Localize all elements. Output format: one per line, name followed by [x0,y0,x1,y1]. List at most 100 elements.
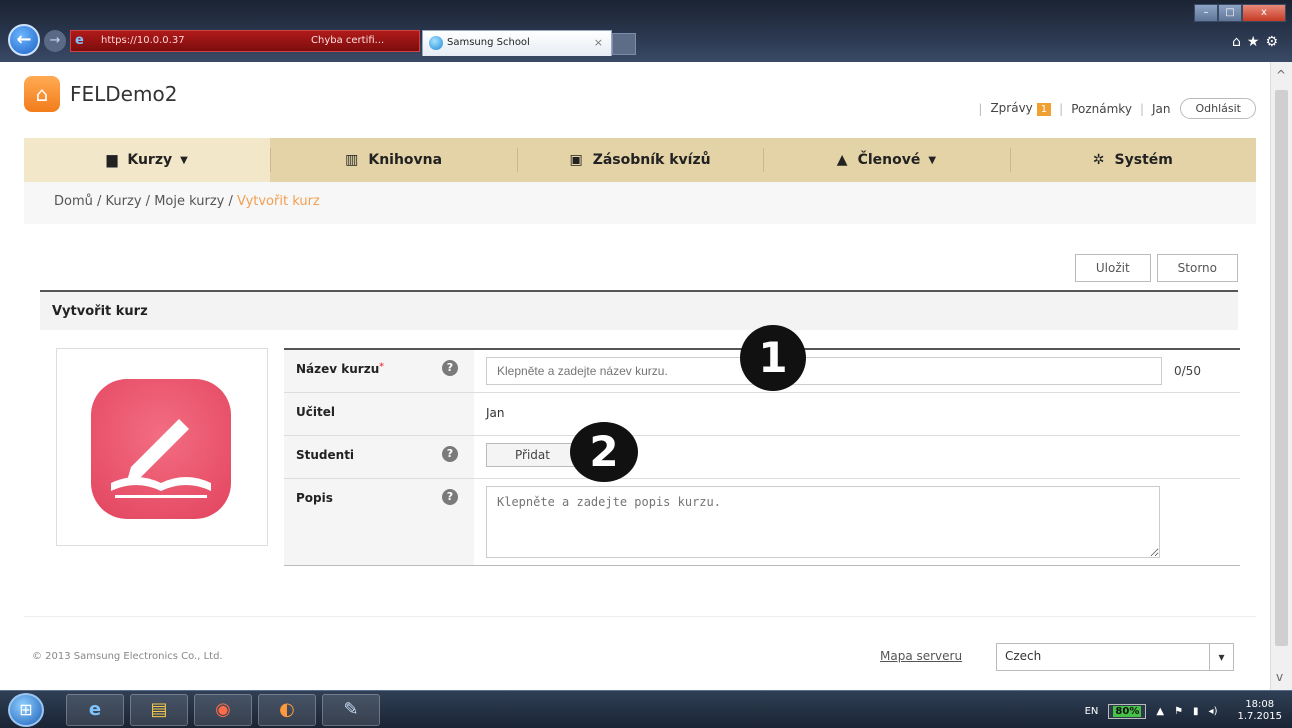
add-students-button[interactable]: Přidat [486,443,579,467]
scroll-thumb[interactable] [1275,90,1288,646]
volume-icon[interactable]: ◂) [1209,706,1218,717]
language-select[interactable]: Czech ▾ [996,643,1234,671]
network-icon[interactable]: ▮ [1193,706,1199,717]
taskbar-chrome-icon[interactable]: ◉ [194,694,252,726]
chevron-down-icon: ▼ [180,154,188,166]
menu-item-members[interactable]: ▲ Členové ▼ [763,138,1009,182]
logout-button[interactable]: Odhlásit [1180,98,1256,119]
teacher-label: Učitel [284,393,474,435]
teacher-value: Jan [486,406,505,420]
cancel-button[interactable]: Storno [1156,254,1238,282]
user-name: Jan [1151,101,1171,116]
description-label-text: Popis [296,491,333,505]
library-icon: ▥ [345,152,359,168]
messages-link[interactable]: Zprávy 1 [990,101,1052,116]
scroll-up-icon[interactable]: ^ [1276,68,1286,82]
tray-expand-icon[interactable]: ▲ [1156,706,1164,717]
browser-back-button[interactable]: ← [8,24,40,56]
breadcrumb-my-courses[interactable]: Moje kurzy [154,194,224,209]
breadcrumb-current: Vytvořit kurz [237,194,320,209]
home-icon[interactable]: ⌂ [1232,34,1247,50]
menu-item-library[interactable]: ▥ Knihovna [270,138,516,182]
menu-item-system[interactable]: ✲ Systém [1009,138,1256,182]
menu-item-label: Knihovna [368,152,443,168]
maximize-button[interactable]: □ [1218,4,1242,22]
breadcrumb-home[interactable]: Domů [54,194,93,209]
students-label: Studenti ? [284,436,474,478]
chevron-down-icon: ▼ [928,154,937,166]
window-controls: – □ x [1194,4,1286,22]
callout-marker-2: 2 [570,422,638,482]
teacher-label-text: Učitel [296,405,335,419]
flag-icon[interactable]: ⚑ [1174,706,1183,717]
menu-item-label: Systém [1114,152,1173,168]
copyright-text: © 2013 Samsung Electronics Co., Ltd. [32,651,223,662]
menu-item-label: Členové [857,152,921,168]
tab-title: Samsung School [447,37,530,48]
new-tab-button[interactable] [612,33,636,55]
course-image-box[interactable] [56,348,268,546]
description-label: Popis ? [284,479,474,565]
browser-tools: ⌂★⚙ [1232,34,1284,50]
course-name-label: Název kurzu* ? [284,350,474,392]
page-scrollbar[interactable]: ^ v [1270,62,1292,690]
course-name-input[interactable] [486,357,1162,385]
taskbar-paint-icon[interactable]: ✎ [322,694,380,726]
settings-gear-icon[interactable]: ⚙ [1265,34,1284,50]
breadcrumb-separator: / [97,194,102,209]
save-button[interactable]: Uložit [1074,254,1151,282]
windows-taskbar: ⊞ e ▤ ◉ ◐ ✎ EN 80% ▲ ⚑ ▮ ◂) 18:08 1.7.20… [0,690,1292,728]
battery-indicator[interactable]: 80% [1108,703,1147,719]
course-name-label-text: Název kurzu [296,362,380,376]
help-icon[interactable]: ? [442,446,458,462]
favorites-star-icon[interactable]: ★ [1247,34,1266,50]
breadcrumb-courses[interactable]: Kurzy [106,194,142,209]
required-mark: * [379,362,384,372]
address-text: https://10.0.0.37 [101,35,185,46]
breadcrumb-separator: / [145,194,151,209]
ie-icon: e [75,33,84,48]
students-label-text: Studenti [296,448,355,462]
menu-item-quiz-bank[interactable]: ▣ Zásobník kvízů [516,138,763,182]
taskbar-explorer-icon[interactable]: ▤ [130,694,188,726]
browser-tab-samsung-school[interactable]: Samsung School × [422,30,612,56]
menu-item-courses[interactable]: ▆ Kurzy ▼ [24,138,271,182]
separator: | [978,101,983,116]
sitemap-link[interactable]: Mapa serveru [880,649,962,663]
taskbar-ie-icon[interactable]: e [66,694,124,726]
menu-item-label: Zásobník kvízů [592,152,711,168]
notes-link[interactable]: Poznámky [1071,102,1132,116]
messages-count-badge: 1 [1036,103,1052,116]
messages-label: Zprávy [990,101,1033,115]
input-language[interactable]: EN [1085,706,1099,717]
course-name-field: 0/50 [474,350,1240,392]
help-icon[interactable]: ? [442,489,458,505]
menu-item-label: Kurzy [127,152,173,168]
book-icon: ▆ [106,152,118,168]
help-icon[interactable]: ? [442,360,458,376]
scroll-down-icon[interactable]: v [1276,670,1283,684]
top-navigation: | Zprávy 1 | Poznámky | Jan Odhlásit [970,98,1256,119]
app-logo-icon: ⌂ [24,76,60,112]
address-bar[interactable]: e https://10.0.0.37 Chyba certifi... [70,30,420,52]
tab-close-icon[interactable]: × [594,31,603,55]
chevron-down-icon[interactable]: ▾ [1209,644,1233,670]
form-actions: Uložit Storno [1069,254,1238,282]
close-window-button[interactable]: x [1242,4,1286,22]
quiz-icon: ▣ [569,152,583,168]
certificate-error-label[interactable]: Chyba certifi... [311,31,384,51]
separator: | [1059,101,1064,116]
person-icon: ▲ [836,152,848,168]
description-textarea[interactable] [486,486,1160,558]
taskbar-firefox-icon[interactable]: ◐ [258,694,316,726]
minimize-button[interactable]: – [1194,4,1218,22]
system-tray: EN 80% ▲ ⚑ ▮ ◂) 18:08 1.7.2015 [1075,699,1282,723]
form-row-students: Studenti ? Přidat [284,436,1240,479]
browser-forward-button[interactable]: → [44,30,66,52]
tab-favicon-icon [429,36,443,50]
start-button[interactable]: ⊞ [8,693,44,727]
callout-marker-1: 1 [740,325,806,391]
clock[interactable]: 18:08 1.7.2015 [1227,699,1282,723]
form-row-teacher: Učitel Jan [284,393,1240,436]
page-content: ⌂ FELDemo2 | Zprávy 1 | Poznámky | Jan Od… [0,62,1270,690]
